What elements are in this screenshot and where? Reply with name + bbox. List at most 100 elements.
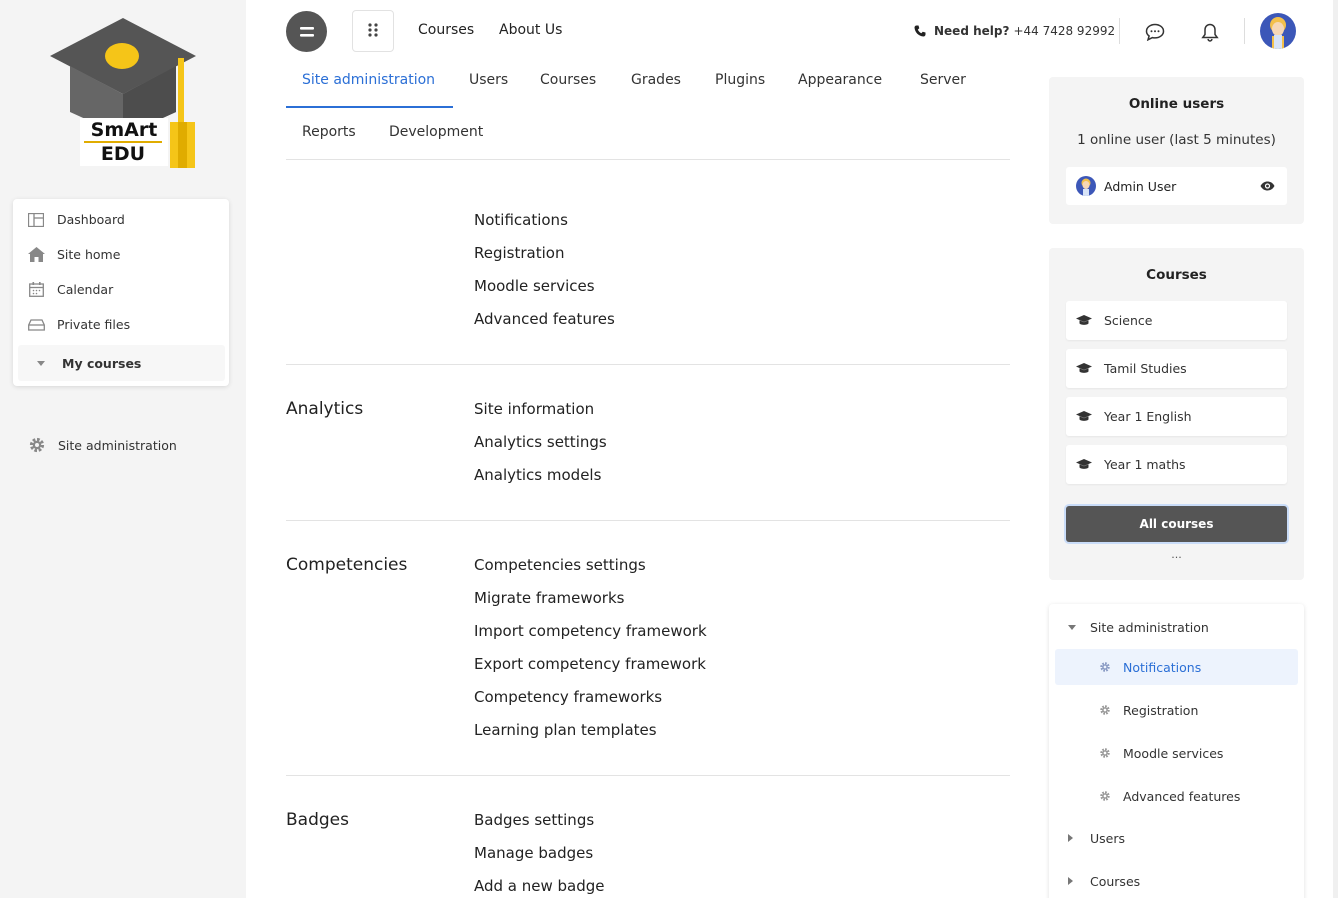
- link-export-competency-framework[interactable]: Export competency framework: [474, 655, 706, 673]
- nav-calendar-label: Calendar: [57, 282, 114, 297]
- tab-site-administration[interactable]: Site administration: [302, 72, 435, 88]
- tab-appearance[interactable]: Appearance: [798, 72, 882, 88]
- caret-right-icon: [1068, 877, 1078, 885]
- gear-icon: [1099, 704, 1111, 716]
- online-user-row[interactable]: Admin User: [1066, 167, 1287, 205]
- link-site-information[interactable]: Site information: [474, 400, 594, 418]
- help-contact[interactable]: Need help? +44 7428 92992: [914, 24, 1115, 38]
- drawer-toggle-button[interactable]: [286, 11, 327, 52]
- nav-private-files[interactable]: Private files: [13, 307, 229, 342]
- tab-courses[interactable]: Courses: [540, 72, 596, 88]
- top-link-courses[interactable]: Courses: [418, 22, 474, 38]
- active-tab-indicator: [286, 106, 453, 108]
- link-registration[interactable]: Registration: [474, 244, 564, 262]
- tree-label: Advanced features: [1123, 788, 1241, 804]
- link-notifications[interactable]: Notifications: [474, 211, 568, 229]
- tree-users[interactable]: Users: [1049, 820, 1304, 856]
- divider: [286, 159, 1010, 160]
- link-manage-badges[interactable]: Manage badges: [474, 844, 593, 862]
- caret-down-icon: [1068, 624, 1078, 630]
- notifications-button[interactable]: [1198, 20, 1222, 44]
- tab-users[interactable]: Users: [469, 72, 508, 88]
- graduation-cap-icon: [1076, 363, 1092, 374]
- tree-registration[interactable]: Registration: [1049, 692, 1304, 728]
- section-title-badges: Badges: [286, 810, 349, 830]
- page-scrollbar[interactable]: [1333, 0, 1338, 898]
- tree-advanced-features[interactable]: Advanced features: [1049, 778, 1304, 814]
- logo-text-line1: SmArt: [91, 119, 158, 141]
- messages-button[interactable]: [1143, 20, 1167, 44]
- link-migrate-frameworks[interactable]: Migrate frameworks: [474, 589, 624, 607]
- online-users-summary: 1 online user (last 5 minutes): [1077, 132, 1276, 148]
- gear-icon: [1099, 747, 1111, 759]
- online-users-title: Online users: [1128, 96, 1225, 112]
- tree-label: Site administration: [1090, 619, 1209, 635]
- gear-icon: [1099, 790, 1111, 802]
- course-item-year1-maths[interactable]: Year 1 maths: [1066, 445, 1287, 484]
- course-name: Science: [1104, 313, 1153, 328]
- link-advanced-features[interactable]: Advanced features: [474, 310, 615, 328]
- apps-menu-button[interactable]: [352, 10, 394, 52]
- nav-site-home-label: Site home: [57, 247, 121, 262]
- left-sidebar: SmArt EDU Dashboard Site home Calendar P…: [0, 0, 246, 898]
- tree-label: Moodle services: [1123, 745, 1224, 761]
- grid-dots-icon: [368, 22, 378, 41]
- help-label: Need help?: [934, 24, 1010, 38]
- divider: [1119, 18, 1120, 44]
- courses-more[interactable]: ...: [1049, 548, 1304, 561]
- primary-nav: Dashboard Site home Calendar Private fil…: [13, 199, 229, 386]
- divider: [286, 775, 1010, 776]
- course-item-tamil-studies[interactable]: Tamil Studies: [1066, 349, 1287, 388]
- tree-moodle-services[interactable]: Moodle services: [1049, 735, 1304, 771]
- tree-label: Users: [1090, 830, 1126, 846]
- tree-label: Courses: [1090, 873, 1141, 889]
- link-add-new-badge[interactable]: Add a new badge: [474, 877, 605, 895]
- divider: [286, 364, 1010, 365]
- link-import-competency-framework[interactable]: Import competency framework: [474, 622, 707, 640]
- eye-icon[interactable]: [1260, 179, 1275, 194]
- link-analytics-settings[interactable]: Analytics settings: [474, 433, 607, 451]
- top-navbar: Courses About Us Need help? +44 7428 929…: [246, 0, 1338, 63]
- divider: [286, 520, 1010, 521]
- user-avatar: [1076, 176, 1096, 196]
- section-title-competencies: Competencies: [286, 555, 408, 575]
- course-name: Tamil Studies: [1104, 361, 1187, 376]
- course-item-year1-english[interactable]: Year 1 English: [1066, 397, 1287, 436]
- user-avatar[interactable]: [1260, 13, 1296, 49]
- link-analytics-models[interactable]: Analytics models: [474, 466, 601, 484]
- tree-label: Registration: [1123, 702, 1199, 718]
- course-item-science[interactable]: Science: [1066, 301, 1287, 340]
- calendar-icon: [27, 281, 45, 299]
- tab-plugins[interactable]: Plugins: [715, 72, 765, 88]
- link-competency-frameworks[interactable]: Competency frameworks: [474, 688, 662, 706]
- nav-dashboard[interactable]: Dashboard: [13, 202, 229, 237]
- nav-dashboard-label: Dashboard: [57, 212, 125, 227]
- nav-calendar[interactable]: Calendar: [13, 272, 229, 307]
- tree-courses[interactable]: Courses: [1049, 863, 1304, 898]
- link-competencies-settings[interactable]: Competencies settings: [474, 556, 646, 574]
- tab-grades[interactable]: Grades: [631, 72, 681, 88]
- logo-text-line2: EDU: [101, 143, 145, 165]
- nav-my-courses[interactable]: My courses: [18, 345, 225, 381]
- link-moodle-services[interactable]: Moodle services: [474, 277, 595, 295]
- nav-site-administration-label: Site administration: [58, 437, 177, 453]
- tab-development[interactable]: Development: [389, 124, 483, 140]
- tab-server[interactable]: Server: [920, 72, 966, 88]
- course-name: Year 1 English: [1104, 409, 1192, 424]
- tab-reports[interactable]: Reports: [302, 124, 356, 140]
- all-courses-button[interactable]: All courses: [1066, 506, 1287, 542]
- tree-notifications[interactable]: Notifications: [1055, 649, 1298, 685]
- divider: [1244, 18, 1245, 44]
- dashboard-icon: [27, 211, 45, 229]
- tree-site-administration[interactable]: Site administration: [1049, 609, 1304, 645]
- help-phone: +44 7428 92992: [1013, 24, 1116, 38]
- tree-label: Notifications: [1123, 659, 1202, 675]
- smart-edu-logo[interactable]: SmArt EDU: [40, 12, 206, 172]
- courses-block-title: Courses: [1146, 267, 1207, 283]
- nav-my-courses-label: My courses: [62, 355, 142, 371]
- nav-site-home[interactable]: Site home: [13, 237, 229, 272]
- top-link-about-us[interactable]: About Us: [499, 22, 562, 38]
- nav-site-administration[interactable]: Site administration: [28, 436, 177, 454]
- link-badges-settings[interactable]: Badges settings: [474, 811, 594, 829]
- link-learning-plan-templates[interactable]: Learning plan templates: [474, 721, 657, 739]
